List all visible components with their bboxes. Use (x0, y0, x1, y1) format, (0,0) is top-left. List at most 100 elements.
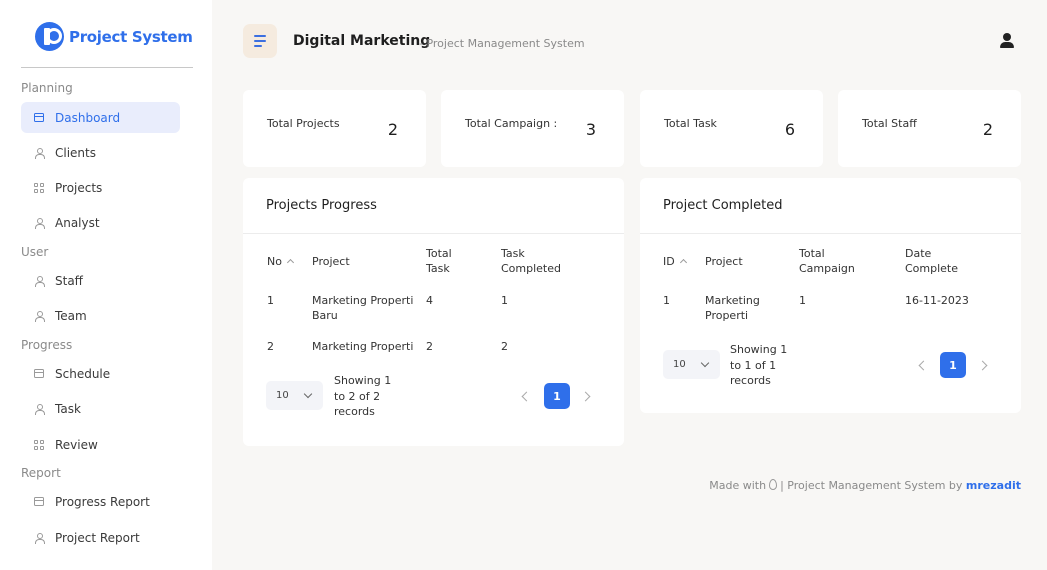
stat-card-total-staff: Total Staff 2 (838, 90, 1021, 167)
sidebar-item-team[interactable]: Team (21, 300, 180, 331)
menu-toggle-button[interactable] (243, 24, 277, 58)
sidebar-item-label: Analyst (55, 215, 100, 230)
sidebar-item-clients[interactable]: Clients (21, 137, 180, 168)
pagination-next-icon[interactable] (580, 391, 591, 402)
user-icon (34, 147, 45, 159)
column-header-total-campaign[interactable]: Total Campaign (799, 246, 861, 276)
footer-author-link[interactable]: mrezadit (966, 479, 1021, 492)
stat-card-total-campaign: Total Campaign : 3 (441, 90, 624, 167)
records-info: Showing 1 to 2 of 2 records (334, 374, 392, 418)
cell-date-complete: 16-11-2023 (905, 294, 969, 307)
sidebar-item-label: Team (55, 308, 87, 323)
cell-no: 2 (267, 340, 274, 353)
column-header-task-completed[interactable]: Task Completed (501, 246, 571, 276)
cell-task-completed: 2 (501, 340, 508, 353)
pagination-page-button[interactable]: 1 (544, 383, 570, 409)
stat-label: Total Projects (267, 117, 340, 130)
project-completed-panel: Project Completed ID Project Total Campa… (640, 178, 1021, 413)
stat-value: 3 (585, 120, 596, 139)
sidebar-item-analyst[interactable]: Analyst (21, 207, 180, 238)
panel-title: Project Completed (663, 198, 783, 213)
chevron-down-icon (700, 358, 710, 368)
panel-title: Projects Progress (266, 198, 377, 213)
sidebar: Project System Planning Dashboard Client… (0, 0, 212, 570)
cell-task-completed: 1 (501, 294, 508, 307)
sidebar-item-staff[interactable]: Staff (21, 265, 180, 296)
user-icon (34, 217, 45, 229)
grid-icon (34, 182, 44, 193)
stat-label: Total Task (664, 117, 717, 130)
stat-label: Total Campaign : (465, 117, 558, 130)
brand-name: Project System (69, 27, 193, 46)
column-header-id[interactable]: ID (663, 254, 687, 269)
cell-id: 1 (663, 294, 670, 307)
calendar-icon (34, 369, 44, 379)
pagination-page-button[interactable]: 1 (940, 352, 966, 378)
user-account-icon[interactable] (999, 33, 1015, 49)
calendar-icon (34, 113, 44, 123)
sidebar-item-progress-report[interactable]: Progress Report (21, 486, 180, 517)
sidebar-item-dashboard[interactable]: Dashboard (21, 102, 180, 133)
user-icon (34, 403, 45, 415)
sidebar-item-review[interactable]: Review (21, 429, 180, 460)
panel-divider (640, 233, 1021, 234)
cell-total-task: 4 (426, 294, 433, 307)
column-header-no[interactable]: No (267, 254, 295, 269)
sidebar-item-label: Project Report (55, 530, 140, 545)
stat-value: 2 (387, 120, 398, 139)
stat-value: 2 (982, 120, 993, 139)
panel-divider (243, 233, 624, 234)
page-size-select[interactable]: 10 (266, 381, 323, 410)
footer-text: | Project Management System by (780, 479, 963, 492)
projects-progress-panel: Projects Progress No Project Total Task … (243, 178, 624, 446)
calendar-icon (34, 497, 44, 507)
brand[interactable]: Project System (35, 22, 193, 51)
sidebar-item-schedule[interactable]: Schedule (21, 358, 180, 389)
flame-icon (769, 479, 778, 490)
user-icon (34, 275, 45, 287)
grid-icon (34, 439, 44, 450)
brand-logo-icon (35, 22, 64, 51)
records-info: Showing 1 to 1 of 1 records (730, 343, 788, 387)
stat-label: Total Staff (862, 117, 917, 130)
page-title: Digital Marketing (293, 33, 431, 49)
chevron-down-icon (303, 389, 313, 399)
section-planning: Planning (21, 81, 73, 95)
brand-divider (21, 67, 193, 68)
users-icon (34, 310, 45, 322)
cell-project: Marketing Properti (705, 294, 760, 322)
sidebar-item-label: Progress Report (55, 494, 150, 509)
column-header-total-task[interactable]: Total Task (426, 246, 468, 276)
pagination-prev-icon[interactable] (521, 391, 532, 402)
sidebar-item-task[interactable]: Task (21, 393, 180, 424)
pagination-prev-icon[interactable] (918, 360, 929, 371)
column-header-project[interactable]: Project (705, 254, 743, 269)
sidebar-item-label: Review (55, 437, 98, 452)
sort-ascending-icon (679, 258, 687, 267)
cell-project: Marketing Properti Baru (312, 294, 414, 322)
hamburger-icon (254, 35, 266, 37)
sidebar-item-label: Projects (55, 180, 103, 195)
sidebar-item-project-report[interactable]: Project Report (21, 522, 180, 553)
sidebar-item-label: Dashboard (55, 110, 121, 125)
sidebar-item-label: Task (55, 401, 81, 416)
stat-card-total-task: Total Task 6 (640, 90, 823, 167)
sort-ascending-icon (286, 258, 295, 267)
user-icon (34, 532, 45, 544)
sidebar-item-projects[interactable]: Projects (21, 172, 180, 203)
sidebar-item-label: Clients (55, 145, 96, 160)
stat-card-total-projects: Total Projects 2 (243, 90, 426, 167)
cell-total-task: 2 (426, 340, 433, 353)
stat-value: 6 (784, 120, 795, 139)
pagination-next-icon[interactable] (977, 360, 988, 371)
cell-no: 1 (267, 294, 274, 307)
footer-made-with: Made with (709, 479, 767, 492)
column-header-date-complete[interactable]: Date Complete (905, 246, 965, 276)
section-user: User (21, 245, 49, 259)
page-size-select[interactable]: 10 (663, 350, 720, 379)
footer: Made with | Project Management System by … (709, 479, 1021, 492)
page-subtitle: - Project Management System (419, 37, 585, 50)
cell-project: Marketing Properti (312, 340, 414, 353)
cell-total-campaign: 1 (799, 294, 806, 307)
column-header-project[interactable]: Project (312, 254, 350, 269)
